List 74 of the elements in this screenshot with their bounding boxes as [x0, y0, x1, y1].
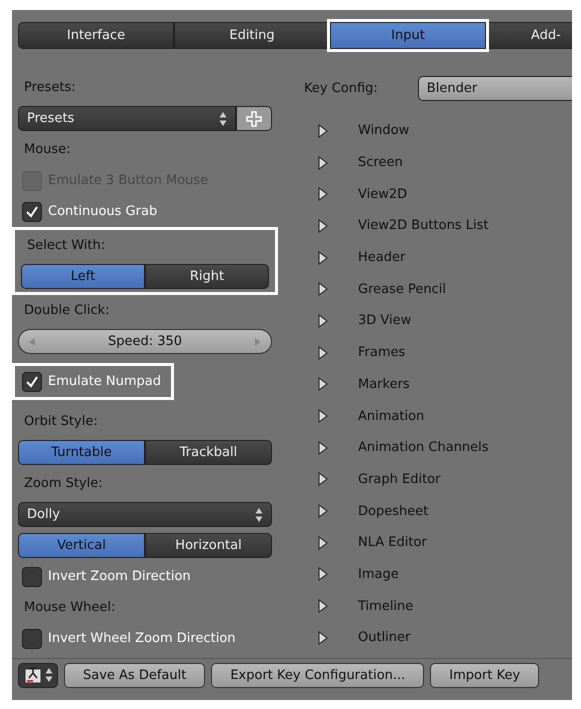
tab[interactable]: Input: [330, 22, 486, 49]
editor-type-button[interactable]: [18, 662, 58, 688]
keymap-item[interactable]: Header: [304, 242, 572, 274]
field-label: Select With:: [26, 238, 106, 253]
disclosure-triangle-icon: [318, 346, 328, 360]
toggle-option[interactable]: Turntable: [18, 440, 145, 465]
up-down-arrows-icon: [44, 667, 52, 683]
tab[interactable]: Editing: [174, 22, 330, 49]
disclosure-triangle-icon: [318, 599, 328, 614]
disclosure-triangle-icon: [318, 630, 328, 645]
add-preset-button[interactable]: [236, 106, 272, 131]
keymap-item[interactable]: Dopesheet: [304, 495, 572, 527]
field-label: Orbit Style:: [23, 414, 98, 429]
right-arrow-icon: [254, 338, 261, 346]
footer-button[interactable]: Export Key Configuration...: [211, 662, 424, 688]
keymap-item[interactable]: Grease Pencil: [304, 273, 572, 306]
footer-button[interactable]: Save As Default: [64, 662, 206, 688]
speed-number-field[interactable]: Speed: 350: [18, 329, 272, 354]
keymap-item[interactable]: Markers: [304, 368, 572, 400]
field-label: Mouse Wheel:: [23, 600, 116, 615]
tab[interactable]: Interface: [18, 22, 174, 49]
disclosure-triangle-icon: [318, 440, 328, 455]
toggle-option[interactable]: Vertical: [18, 533, 145, 558]
toggle-option[interactable]: Right: [145, 264, 269, 289]
disclosure-triangle-icon: [318, 156, 328, 170]
up-down-arrows-icon: [255, 506, 263, 522]
disclosure-triangle-icon: [318, 124, 328, 138]
disclosure-triangle-icon: [318, 504, 328, 518]
keymap-item[interactable]: Graph Editor: [304, 464, 572, 496]
disclosure-triangle-icon: [318, 187, 328, 202]
disclosure-triangle-icon: [318, 218, 328, 233]
disclosure-triangle-icon: [318, 472, 328, 486]
checkbox[interactable]: Emulate Numpad: [18, 372, 162, 392]
checkbox[interactable]: Invert Zoom Direction: [18, 566, 191, 586]
keymap-item[interactable]: Outliner: [304, 622, 572, 654]
presets-dropdown[interactable]: Presets: [18, 106, 236, 131]
left-arrow-icon: [29, 338, 35, 346]
keymap-item[interactable]: Frames: [304, 336, 572, 368]
toggle-option[interactable]: Left: [21, 264, 145, 289]
up-down-arrows-icon: [219, 110, 227, 126]
field-label: Double Click:: [23, 303, 110, 318]
keymap-item[interactable]: NLA Editor: [304, 526, 572, 559]
preferences-icon: [24, 666, 42, 684]
field-label: Zoom Style:: [23, 476, 103, 491]
field-label: Presets:: [23, 80, 76, 95]
key-config-dropdown[interactable]: Blender: [418, 76, 572, 100]
keymap-item[interactable]: View2D: [304, 178, 572, 210]
disclosure-triangle-icon: [318, 567, 328, 582]
footer-button[interactable]: Import Key: [430, 662, 540, 688]
keymap-item[interactable]: Image: [304, 558, 572, 590]
disclosure-triangle-icon: [318, 314, 328, 328]
disclosure-triangle-icon: [318, 377, 328, 392]
checkmark-icon: [25, 374, 39, 388]
field-label: Key Config:: [304, 80, 378, 96]
keymap-item[interactable]: Timeline: [304, 590, 572, 622]
disclosure-triangle-icon: [318, 536, 328, 550]
checkmark-icon: [25, 204, 39, 218]
keymap-item[interactable]: Animation: [304, 400, 572, 432]
keymap-item[interactable]: 3D View: [304, 305, 572, 337]
plus-icon: [246, 110, 262, 126]
field-label: Mouse:: [23, 142, 71, 157]
toggle-option[interactable]: Horizontal: [145, 533, 272, 558]
disclosure-triangle-icon: [318, 250, 328, 265]
toggle-option[interactable]: Trackball: [145, 440, 272, 465]
tab[interactable]: Add-: [486, 22, 572, 49]
keymap-item[interactable]: Window: [304, 115, 572, 147]
disclosure-triangle-icon: [318, 409, 328, 424]
keymap-item[interactable]: Animation Channels: [304, 432, 572, 464]
zoom-style-dropdown[interactable]: Dolly: [18, 502, 272, 527]
disclosure-triangle-icon: [318, 282, 328, 296]
keymap-item[interactable]: Screen: [304, 146, 572, 178]
checkbox[interactable]: Continuous Grab: [18, 202, 158, 222]
keymap-item[interactable]: View2D Buttons List: [304, 210, 572, 242]
checkbox[interactable]: Invert Wheel Zoom Direction: [18, 628, 236, 648]
